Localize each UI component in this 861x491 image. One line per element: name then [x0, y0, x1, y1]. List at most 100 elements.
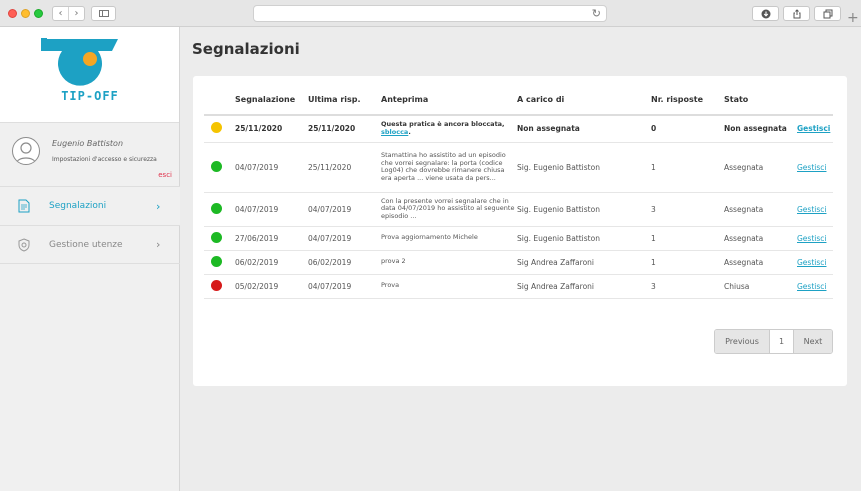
column-header[interactable]: Stato: [724, 85, 797, 116]
assignee: Sig Andrea Zaffaroni: [517, 274, 651, 299]
assignee: Sig. Eugenio Battiston: [517, 226, 651, 251]
preview-text: prova 2: [381, 250, 517, 275]
table-row: 04/07/2019 04/07/2019 Con la presente vo…: [204, 192, 833, 227]
last-reply-date: 25/11/2020: [308, 142, 381, 193]
status-dot: [211, 231, 222, 243]
sidebar-item-label: Gestione utenze: [49, 239, 123, 250]
manage-link[interactable]: Gestisci: [797, 124, 830, 133]
manage-link[interactable]: Gestisci: [797, 282, 826, 291]
zoom-window-button[interactable]: [34, 9, 43, 18]
history-nav: ‹ ›: [52, 6, 85, 21]
table-row: 05/02/2019 04/07/2019 Prova Sig Andrea Z…: [204, 274, 833, 299]
whistle-logo-icon: [41, 38, 118, 86]
shield-icon: [18, 238, 30, 252]
sidebar-item-gestione-utenze[interactable]: Gestione utenze ›: [0, 225, 180, 264]
user-name: Eugenio Battiston: [52, 139, 124, 148]
report-date: 04/07/2019: [235, 142, 308, 193]
tabs-overview-button[interactable]: [814, 6, 841, 21]
status-dot: [211, 279, 222, 291]
assignee: Sig. Eugenio Battiston: [517, 142, 651, 193]
pagination: Previous 1 Next: [714, 329, 833, 354]
sidebar-toggle-button[interactable]: [91, 6, 116, 21]
status-dot: [211, 202, 222, 214]
manage-link[interactable]: Gestisci: [797, 163, 826, 172]
sidebar-item-segnalazioni[interactable]: Segnalazioni ›: [0, 186, 180, 225]
last-reply-date: 04/07/2019: [308, 226, 381, 251]
sidebar: TIP-OFF Eugenio Battiston Impostazioni d…: [0, 27, 180, 491]
avatar: [12, 137, 40, 165]
status-dot: [211, 255, 222, 267]
column-header[interactable]: Nr. risposte: [651, 85, 724, 116]
assignee: Sig. Eugenio Battiston: [517, 192, 651, 227]
unlock-link[interactable]: sblocca: [381, 128, 408, 136]
chevron-right-icon: ›: [156, 199, 161, 213]
reply-count: 1: [651, 226, 724, 251]
document-icon: [18, 199, 30, 213]
manage-link[interactable]: Gestisci: [797, 205, 826, 214]
sidebar-icon: [99, 10, 109, 17]
forward-icon[interactable]: ›: [68, 7, 84, 20]
status-header: [204, 85, 235, 116]
status-text: Assegnata: [724, 250, 797, 275]
status-text: Non assegnata: [724, 115, 797, 143]
logo-area: TIP-OFF: [0, 27, 179, 123]
status-dot: [211, 122, 222, 134]
status-text: Assegnata: [724, 142, 797, 193]
column-header[interactable]: Ultima risp.: [308, 85, 381, 116]
preview-text: Stamattina ho assistito ad un episodio c…: [381, 142, 517, 193]
download-button[interactable]: [752, 6, 779, 21]
reload-icon[interactable]: ↻: [592, 7, 601, 20]
reply-count: 1: [651, 250, 724, 275]
report-date: 05/02/2019: [235, 274, 308, 299]
preview-text-end: .: [408, 127, 411, 136]
action-header: [797, 85, 833, 116]
minimize-window-button[interactable]: [21, 9, 30, 18]
report-date: 04/07/2019: [235, 192, 308, 227]
column-header[interactable]: Segnalazione: [235, 85, 308, 116]
last-reply-date: 25/11/2020: [308, 115, 381, 143]
manage-link[interactable]: Gestisci: [797, 234, 826, 243]
table-header-row: Segnalazione Ultima risp. Anteprima A ca…: [204, 85, 833, 116]
table-row: 06/02/2019 06/02/2019 prova 2 Sig Andrea…: [204, 250, 833, 275]
back-icon[interactable]: ‹: [53, 7, 68, 20]
preview-text: Prova: [381, 274, 517, 299]
chevron-right-icon: ›: [156, 238, 161, 251]
report-date: 25/11/2020: [235, 115, 308, 143]
access-settings-link[interactable]: Impostazioni d'accesso e sicurezza: [52, 156, 157, 163]
assignee: Sig Andrea Zaffaroni: [517, 250, 651, 275]
preview-cell: Questa pratica è ancora bloccata, sblocc…: [381, 115, 517, 143]
column-header[interactable]: Anteprima: [381, 85, 517, 116]
previous-page-button[interactable]: Previous: [715, 330, 770, 353]
address-bar[interactable]: ↻: [253, 5, 607, 22]
status-text: Assegnata: [724, 192, 797, 227]
new-tab-icon[interactable]: +: [847, 11, 859, 25]
share-button[interactable]: [783, 6, 810, 21]
reply-count: 1: [651, 142, 724, 193]
status-text: Assegnata: [724, 226, 797, 251]
tabs-icon: [823, 9, 832, 18]
report-date: 27/06/2019: [235, 226, 308, 251]
main-content: Segnalazioni Segnalazione Ultima risp. A…: [181, 27, 861, 491]
reply-count: 0: [651, 115, 724, 143]
reports-card: Segnalazione Ultima risp. Anteprima A ca…: [193, 76, 847, 386]
close-window-button[interactable]: [8, 9, 17, 18]
status-dot: [211, 160, 222, 172]
logo-text: TIP-OFF: [61, 89, 119, 103]
last-reply-date: 04/07/2019: [308, 192, 381, 227]
page-number-button[interactable]: 1: [770, 330, 794, 353]
last-reply-date: 06/02/2019: [308, 250, 381, 275]
user-panel: Eugenio Battiston Impostazioni d'accesso…: [0, 128, 180, 184]
browser-toolbar: ‹ › ↻ +: [0, 0, 861, 27]
next-page-button[interactable]: Next: [794, 330, 832, 353]
column-header[interactable]: A carico di: [517, 85, 651, 116]
assignee: Non assegnata: [517, 115, 651, 143]
status-text: Chiusa: [724, 274, 797, 299]
manage-link[interactable]: Gestisci: [797, 258, 826, 267]
share-icon: [793, 8, 800, 18]
preview-text: Prova aggiornamento Michele: [381, 226, 517, 251]
reply-count: 3: [651, 274, 724, 299]
report-date: 06/02/2019: [235, 250, 308, 275]
logout-link[interactable]: esci: [158, 171, 172, 179]
user-icon: [15, 142, 37, 164]
reply-count: 3: [651, 192, 724, 227]
